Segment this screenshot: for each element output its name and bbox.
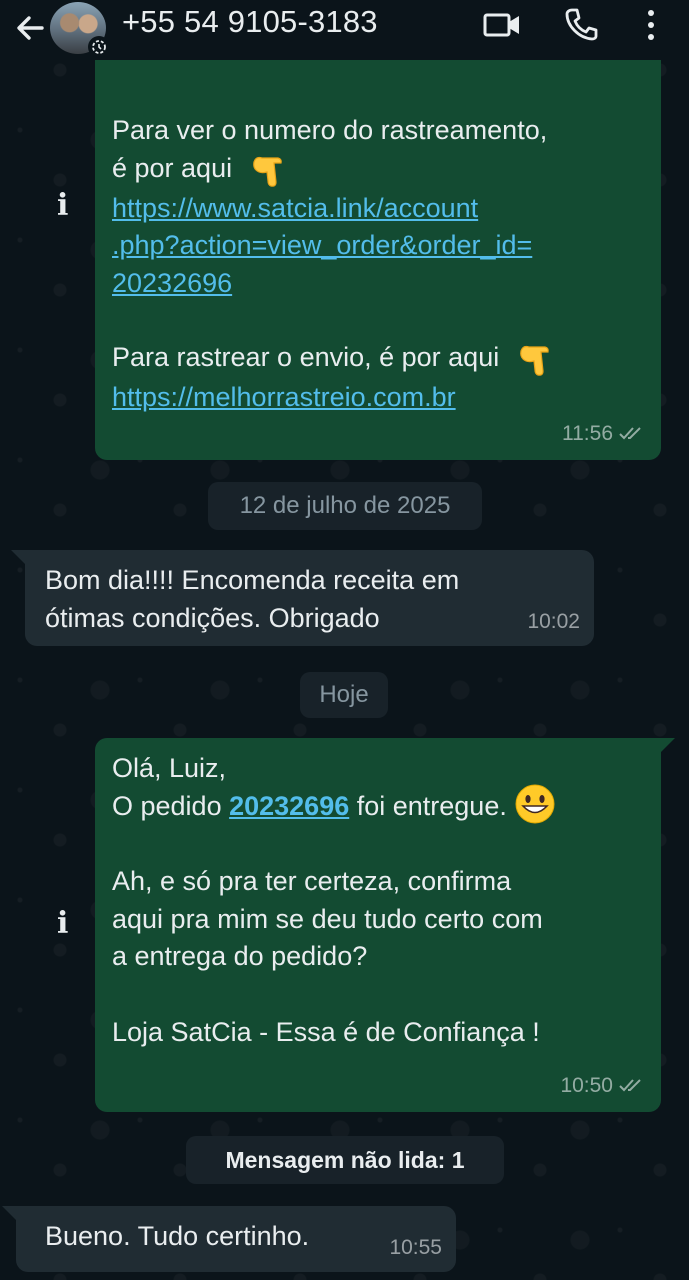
order-link[interactable]: https://www.satcia.link/account .php?act… <box>112 190 555 303</box>
message-time: 10:02 <box>527 609 580 633</box>
order-number-link[interactable]: 20232696 <box>229 791 349 821</box>
message-text: Para ver o numero do rastreamento, <box>112 115 548 145</box>
message-text: ótimas condições. Obrigado <box>45 602 380 633</box>
message-text: Loja SatCia - Essa é de Confiança ! <box>112 1016 540 1047</box>
message-time: 10:50 <box>560 1073 613 1097</box>
message-text: aqui pra mim se deu tudo certo com <box>112 903 543 934</box>
more-icon[interactable] <box>644 8 658 42</box>
message-meta: 10:02 <box>527 603 580 641</box>
message-text: Ah, e só pra ter certeza, confirma <box>112 866 512 897</box>
message-text: Bom dia!!!! Encomenda receita em <box>45 565 460 595</box>
bubble-tail <box>2 1206 16 1220</box>
bubble-tail <box>11 550 25 564</box>
bubble-tail <box>661 738 675 752</box>
message-meta: 10:55 <box>389 1229 442 1267</box>
read-ticks-icon <box>619 1079 641 1092</box>
message-text: Bueno. Tudo certinho. <box>45 1221 310 1251</box>
read-ticks-icon <box>619 427 641 440</box>
point-down-emoji <box>252 156 282 187</box>
message-meta: 10:50 <box>560 1067 645 1105</box>
incoming-message[interactable]: Bom dia!!!! Encomenda receita em ótimas … <box>25 550 594 646</box>
date-divider: 12 de julho de 2025 <box>208 482 482 530</box>
message-text: é por aqui <box>112 150 555 190</box>
message-text: O pedido 20232696 foi entregue. <box>112 784 556 826</box>
message-time: 11:56 <box>562 421 613 445</box>
point-down-emoji <box>519 345 549 376</box>
outgoing-message-tracking[interactable]: Para ver o numero do rastreamento, é por… <box>95 40 661 460</box>
info-icon[interactable]: i <box>57 906 68 941</box>
message-time: 10:55 <box>389 1235 442 1259</box>
message-text: a entrega do pedido? <box>112 941 368 972</box>
outgoing-message-delivered[interactable]: Olá, Luiz, O pedido 20232696 foi entregu… <box>95 738 661 1112</box>
chat-header: +55 54 9105-3183 <box>0 0 689 60</box>
contact-name[interactable]: +55 54 9105-3183 <box>122 4 378 40</box>
unread-divider: Mensagem não lida: 1 <box>186 1136 504 1184</box>
video-call-icon[interactable] <box>482 10 522 40</box>
grinning-emoji <box>515 784 555 824</box>
message-text: Para rastrear o envio, é por aqui <box>112 339 555 379</box>
message-meta: 11:56 <box>562 415 645 453</box>
status-icon <box>88 36 110 58</box>
message-text: Olá, Luiz, <box>112 753 227 783</box>
info-icon[interactable]: i <box>57 188 68 223</box>
phone-icon[interactable] <box>564 6 598 42</box>
incoming-message[interactable]: Bueno. Tudo certinho. 10:55 <box>16 1206 456 1272</box>
date-divider: Hoje <box>300 672 388 718</box>
back-arrow-icon[interactable] <box>12 10 48 46</box>
tracking-link[interactable]: https://melhorrastreio.com.br <box>112 379 555 417</box>
